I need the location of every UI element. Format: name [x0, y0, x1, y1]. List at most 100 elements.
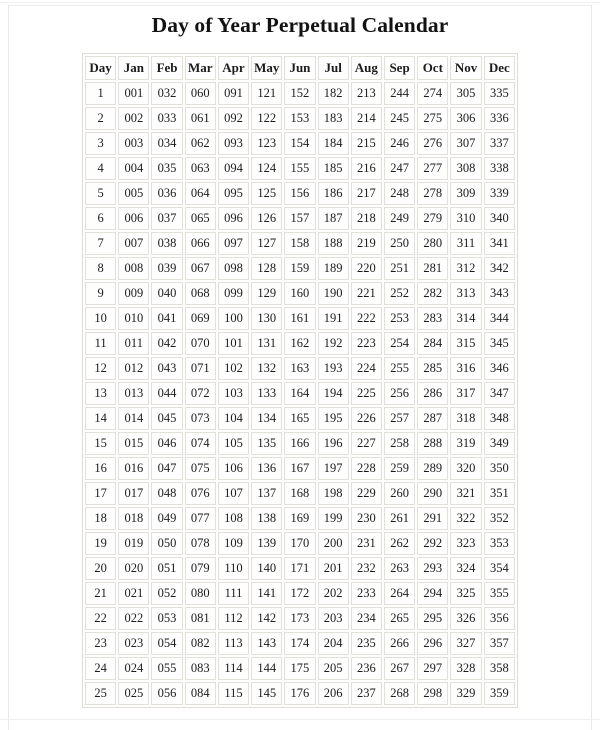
day-of-year-cell: 203: [317, 607, 349, 630]
day-of-year-cell: 066: [184, 232, 216, 255]
day-of-year-cell: 343: [483, 282, 515, 305]
day-of-year-cell: 228: [350, 457, 382, 480]
day-of-year-cell: 032: [151, 82, 183, 105]
day-number-cell: 21: [85, 582, 117, 605]
day-of-year-cell: 128: [251, 257, 283, 280]
day-of-year-cell: 162: [284, 332, 316, 355]
day-of-year-cell: 016: [118, 457, 150, 480]
day-of-year-cell: 340: [483, 207, 515, 230]
day-of-year-cell: 055: [151, 657, 183, 680]
day-of-year-cell: 277: [417, 157, 449, 180]
day-of-year-cell: 154: [284, 132, 316, 155]
day-of-year-cell: 194: [317, 382, 349, 405]
day-of-year-cell: 084: [184, 682, 216, 705]
day-of-year-cell: 325: [450, 582, 482, 605]
day-of-year-table: Day Jan Feb Mar Apr May Jun Jul Aug Sep Oct Nov Dec …: [82, 53, 518, 708]
table-column-header-nov: Nov: [450, 56, 482, 80]
day-of-year-cell: 292: [417, 532, 449, 555]
day-of-year-cell: 219: [350, 232, 382, 255]
day-of-year-cell: 011: [118, 332, 150, 355]
day-of-year-cell: 282: [417, 282, 449, 305]
day-of-year-cell: 173: [284, 607, 316, 630]
day-of-year-cell: 324: [450, 557, 482, 580]
day-of-year-cell: 070: [184, 332, 216, 355]
table-row: 19 019 050 078 109 139 170 200 231 262 292 323 353: [85, 532, 515, 555]
day-of-year-cell: 064: [184, 182, 216, 205]
day-number-cell: 16: [85, 457, 117, 480]
day-of-year-cell: 323: [450, 532, 482, 555]
table-column-header-oct: Oct: [417, 56, 449, 80]
day-of-year-cell: 112: [217, 607, 250, 630]
day-of-year-cell: 110: [217, 557, 250, 580]
day-of-year-cell: 152: [284, 82, 316, 105]
day-of-year-cell: 121: [251, 82, 283, 105]
day-of-year-cell: 244: [383, 82, 416, 105]
day-of-year-cell: 024: [118, 657, 150, 680]
day-of-year-cell: 252: [383, 282, 416, 305]
day-of-year-cell: 111: [217, 582, 250, 605]
day-of-year-cell: 060: [184, 82, 216, 105]
day-of-year-cell: 318: [450, 407, 482, 430]
day-of-year-cell: 336: [483, 107, 515, 130]
day-of-year-cell: 233: [350, 582, 382, 605]
day-of-year-cell: 081: [184, 607, 216, 630]
day-of-year-cell: 193: [317, 357, 349, 380]
day-of-year-cell: 074: [184, 432, 216, 455]
day-of-year-cell: 313: [450, 282, 482, 305]
day-of-year-cell: 053: [151, 607, 183, 630]
day-of-year-cell: 166: [284, 432, 316, 455]
day-of-year-cell: 231: [350, 532, 382, 555]
day-of-year-cell: 346: [483, 357, 515, 380]
day-of-year-cell: 012: [118, 357, 150, 380]
day-of-year-cell: 167: [284, 457, 316, 480]
day-of-year-cell: 296: [417, 632, 449, 655]
day-of-year-cell: 047: [151, 457, 183, 480]
day-of-year-cell: 048: [151, 482, 183, 505]
day-of-year-cell: 068: [184, 282, 216, 305]
day-of-year-cell: 283: [417, 307, 449, 330]
day-of-year-cell: 075: [184, 457, 216, 480]
day-of-year-cell: 223: [350, 332, 382, 355]
day-of-year-cell: 107: [217, 482, 250, 505]
day-of-year-cell: 275: [417, 107, 449, 130]
day-of-year-cell: 264: [383, 582, 416, 605]
day-of-year-cell: 355: [483, 582, 515, 605]
day-of-year-cell: 091: [217, 82, 250, 105]
day-of-year-cell: 235: [350, 632, 382, 655]
day-of-year-cell: 096: [217, 207, 250, 230]
day-of-year-cell: 130: [251, 307, 283, 330]
day-of-year-cell: 225: [350, 382, 382, 405]
day-of-year-cell: 145: [251, 682, 283, 705]
table-column-header-aug: Aug: [350, 56, 382, 80]
day-number-cell: 10: [85, 307, 117, 330]
day-of-year-cell: 350: [483, 457, 515, 480]
day-of-year-cell: 014: [118, 407, 150, 430]
day-of-year-cell: 201: [317, 557, 349, 580]
table-row: 20 020 051 079 110 140 171 201 232 263 293 324 354: [85, 557, 515, 580]
day-of-year-cell: 159: [284, 257, 316, 280]
day-of-year-cell: 009: [118, 282, 150, 305]
day-of-year-cell: 309: [450, 182, 482, 205]
day-number-cell: 1: [85, 82, 117, 105]
day-of-year-cell: 003: [118, 132, 150, 155]
day-of-year-cell: 218: [350, 207, 382, 230]
day-of-year-cell: 191: [317, 307, 349, 330]
day-of-year-cell: 094: [217, 157, 250, 180]
day-of-year-cell: 195: [317, 407, 349, 430]
day-of-year-cell: 082: [184, 632, 216, 655]
day-of-year-cell: 122: [251, 107, 283, 130]
day-of-year-cell: 354: [483, 557, 515, 580]
day-number-cell: 14: [85, 407, 117, 430]
table-column-header-may: May: [251, 56, 283, 80]
day-of-year-cell: 171: [284, 557, 316, 580]
day-of-year-cell: 247: [383, 157, 416, 180]
day-of-year-cell: 265: [383, 607, 416, 630]
day-number-cell: 24: [85, 657, 117, 680]
day-of-year-cell: 017: [118, 482, 150, 505]
day-of-year-cell: 326: [450, 607, 482, 630]
day-of-year-cell: 050: [151, 532, 183, 555]
day-of-year-cell: 164: [284, 382, 316, 405]
day-of-year-cell: 020: [118, 557, 150, 580]
day-number-cell: 11: [85, 332, 117, 355]
day-of-year-cell: 056: [151, 682, 183, 705]
